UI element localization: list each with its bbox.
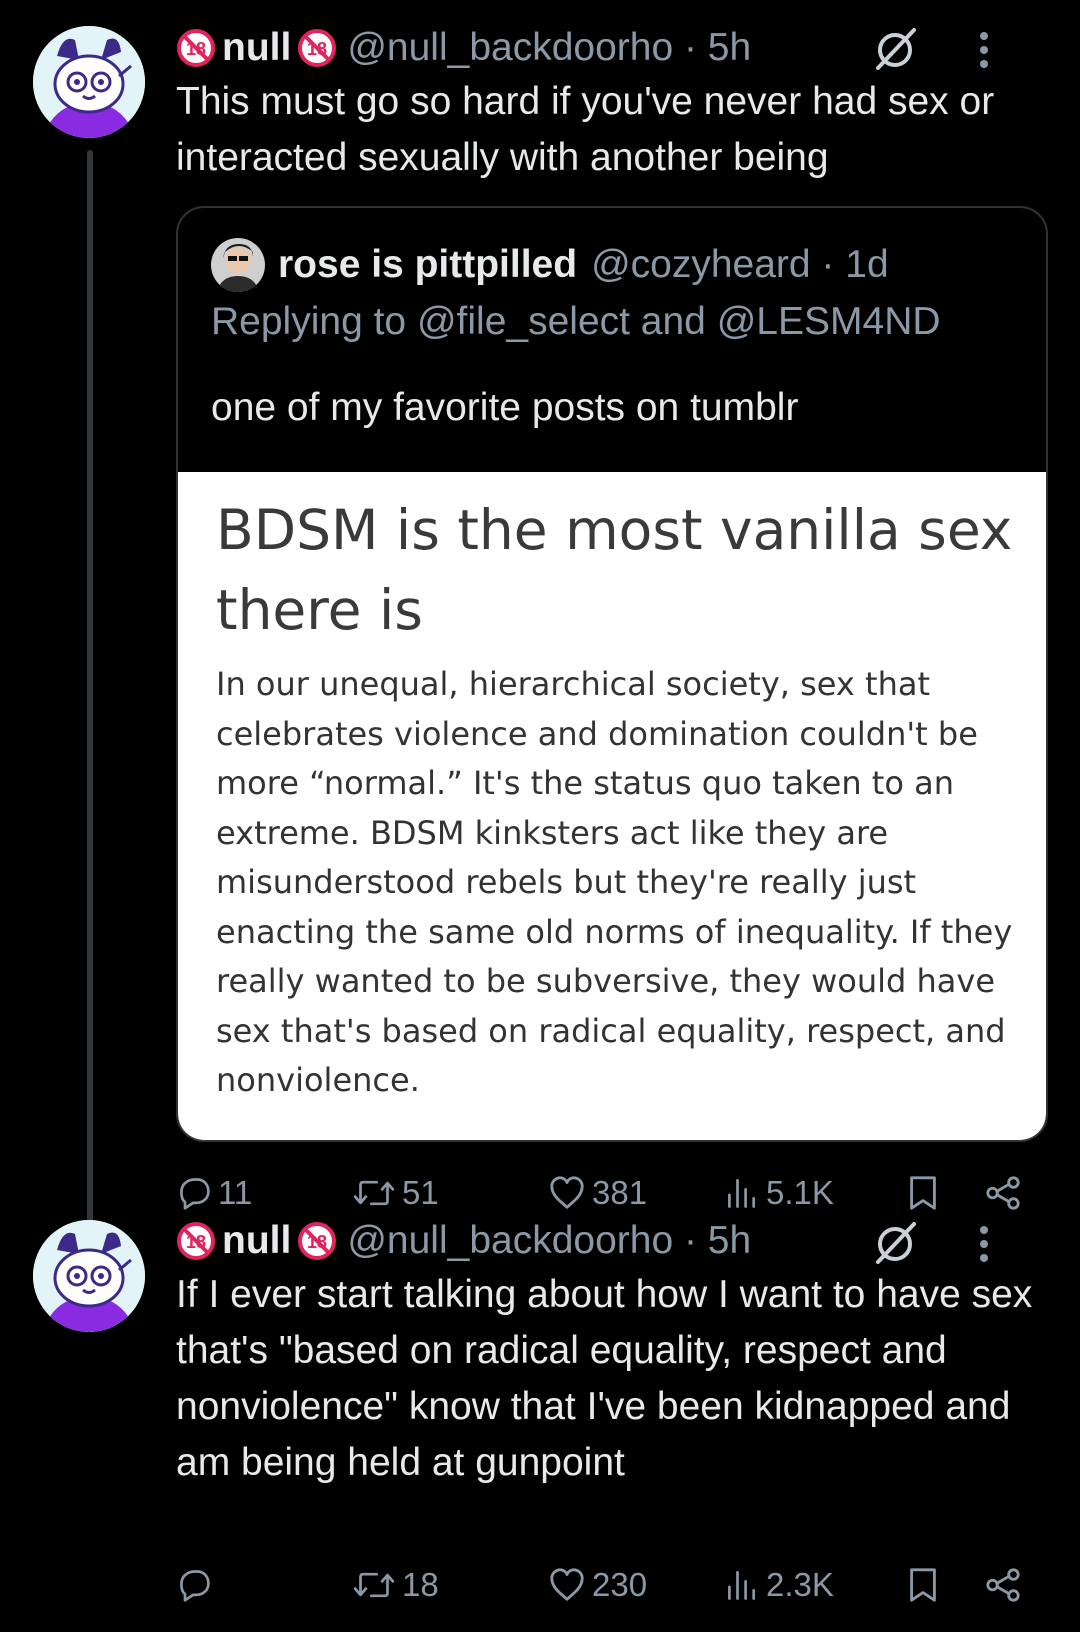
tweet-actions: 11 51 381 5.1K <box>176 1168 1036 1218</box>
repost-icon <box>352 1175 396 1211</box>
reply-icon <box>176 1567 212 1603</box>
author-avatar[interactable] <box>33 26 145 138</box>
image-article-body: In our unequal, hierarchical society, se… <box>216 665 1013 1099</box>
verified-slash-icon <box>870 24 920 74</box>
heart-icon <box>548 1566 586 1604</box>
18-plus-badge-icon <box>297 28 337 68</box>
author-handle-time[interactable]: @null_backdoorho · 5h <box>347 1219 751 1263</box>
18-plus-badge-icon <box>176 28 216 68</box>
heart-icon <box>548 1174 586 1212</box>
quote-attached-image[interactable]: BDSM is the most vanilla sex there is In… <box>178 472 1046 1140</box>
author-name[interactable]: null <box>222 1219 291 1263</box>
reply-button[interactable] <box>176 1560 218 1610</box>
views-icon <box>724 1567 760 1603</box>
share-button[interactable] <box>984 1168 1022 1218</box>
tweet-text: If I ever start talking about how I want… <box>176 1273 1033 1484</box>
quote-author-handle-time[interactable]: @cozyheard · 1d <box>591 243 889 287</box>
image-article-title: BDSM is the most vanilla sex there is <box>216 498 1013 642</box>
tweet-header: null @null_backdoorho · 5h <box>176 1213 751 1269</box>
bookmark-icon <box>904 1174 942 1212</box>
tweet-header: null @null_backdoorho · 5h <box>176 20 751 76</box>
18-plus-badge-icon <box>297 1221 337 1261</box>
quoted-tweet[interactable]: rose is pittpilled @cozyheard · 1d Reply… <box>176 206 1048 1142</box>
views-icon <box>724 1175 760 1211</box>
quote-replying-to: Replying to @file_select and @LESM4ND <box>211 300 941 343</box>
views-button[interactable]: 2.3K <box>724 1560 834 1610</box>
reply-icon <box>176 1175 212 1211</box>
18-plus-badge-icon <box>176 1221 216 1261</box>
quote-author-avatar[interactable] <box>211 238 265 292</box>
quote-text: one of my favorite posts on tumblr <box>211 386 799 429</box>
repost-count: 51 <box>402 1174 439 1211</box>
share-icon <box>984 1174 1022 1212</box>
author-name[interactable]: null <box>222 26 291 70</box>
bookmark-icon <box>904 1566 942 1604</box>
more-vertical-icon[interactable] <box>974 1222 994 1266</box>
like-count: 230 <box>592 1566 648 1603</box>
views-button[interactable]: 5.1K <box>724 1168 834 1218</box>
like-button[interactable]: 230 <box>548 1560 647 1610</box>
quote-author-name[interactable]: rose is pittpilled <box>278 243 577 287</box>
bookmark-button[interactable] <box>904 1168 942 1218</box>
tweet-actions: 18 230 2.3K <box>176 1560 1036 1610</box>
more-vertical-icon[interactable] <box>974 28 994 72</box>
tweet-text: This must go so hard if you've never had… <box>176 80 995 179</box>
bookmark-button[interactable] <box>904 1560 942 1610</box>
author-handle-time[interactable]: @null_backdoorho · 5h <box>347 26 751 70</box>
repost-button[interactable]: 18 <box>352 1560 439 1610</box>
repost-button[interactable]: 51 <box>352 1168 439 1218</box>
verified-slash-icon <box>870 1218 920 1268</box>
reply-count: 11 <box>218 1174 253 1211</box>
reply-button[interactable]: 11 <box>176 1168 252 1218</box>
quote-header: rose is pittpilled @cozyheard · 1d <box>278 238 889 292</box>
repost-count: 18 <box>402 1566 439 1603</box>
share-button[interactable] <box>984 1560 1022 1610</box>
view-count: 5.1K <box>766 1174 834 1211</box>
tweet-2[interactable]: null @null_backdoorho · 5h If I ever sta… <box>0 1218 1080 1632</box>
share-icon <box>984 1566 1022 1604</box>
view-count: 2.3K <box>766 1566 834 1603</box>
repost-icon <box>352 1567 396 1603</box>
like-button[interactable]: 381 <box>548 1168 647 1218</box>
tweet-1[interactable]: null @null_backdoorho · 5h This must go … <box>0 0 1080 1211</box>
like-count: 381 <box>592 1174 648 1211</box>
author-avatar[interactable] <box>33 1220 145 1332</box>
